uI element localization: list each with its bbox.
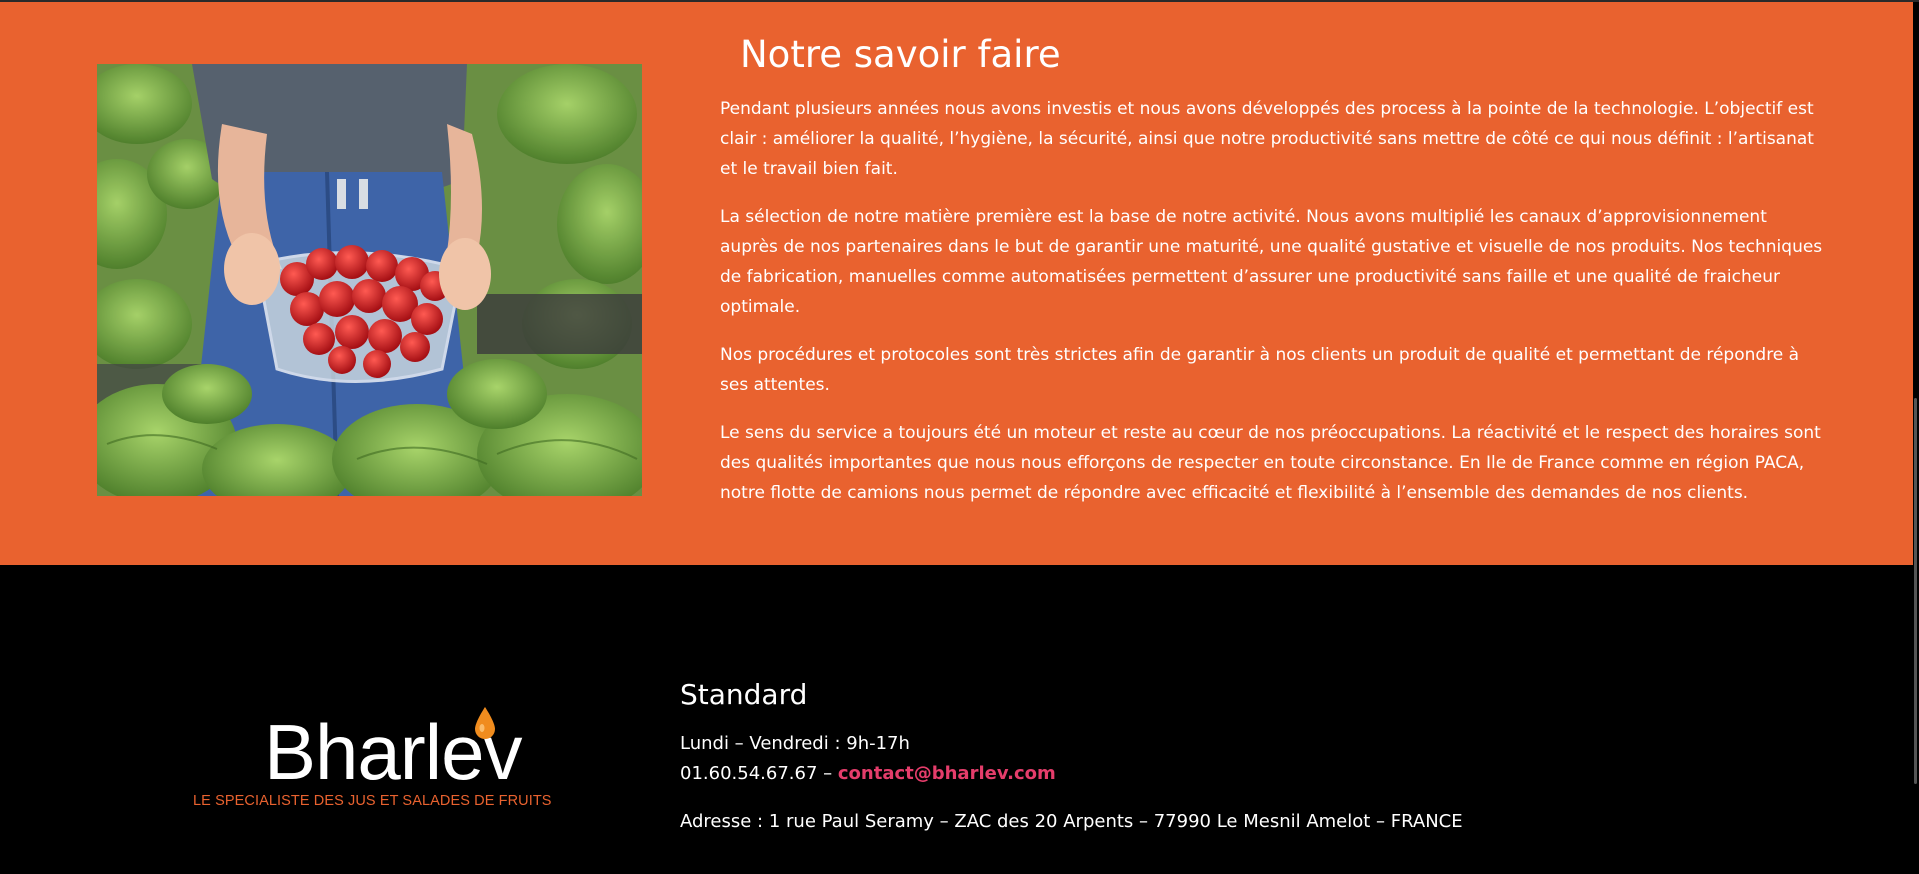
contact-title: Standard [680, 678, 808, 711]
bharlev-logo[interactable]: Bharlev LE SPECIALISTE DES JUS ET SALADE… [190, 707, 570, 810]
contact-address: Adresse : 1 rue Paul Seramy – ZAC des 20… [680, 811, 1463, 832]
section-title: Notre savoir faire [740, 33, 1061, 76]
section-body: Pendant plusieurs années nous avons inve… [720, 94, 1825, 526]
opening-hours: Lundi – Vendredi : 9h-17h [680, 733, 910, 754]
juice-drop-icon [475, 707, 495, 739]
paragraph: Nos procédures et protocoles sont très s… [720, 345, 1800, 395]
strawberries-photo [97, 64, 642, 496]
contact-email-link[interactable]: contact@bharlev.com [838, 763, 1056, 784]
page: Notre savoir faire Pendant plusieurs ann… [0, 0, 1919, 874]
paragraph: La sélection de notre matière première e… [720, 207, 1823, 317]
paragraph: Le sens du service a toujours été un mot… [720, 423, 1821, 503]
phone-number: 01.60.54.67.67 – [680, 763, 838, 784]
paragraph: Pendant plusieurs années nous avons inve… [720, 99, 1814, 179]
contact-phone-line: 01.60.54.67.67 – contact@bharlev.com [680, 759, 1056, 789]
logo-tagline: LE SPECIALISTE DES JUS ET SALADES DE FRU… [193, 793, 552, 809]
scrollbar-thumb[interactable] [1914, 398, 1917, 784]
